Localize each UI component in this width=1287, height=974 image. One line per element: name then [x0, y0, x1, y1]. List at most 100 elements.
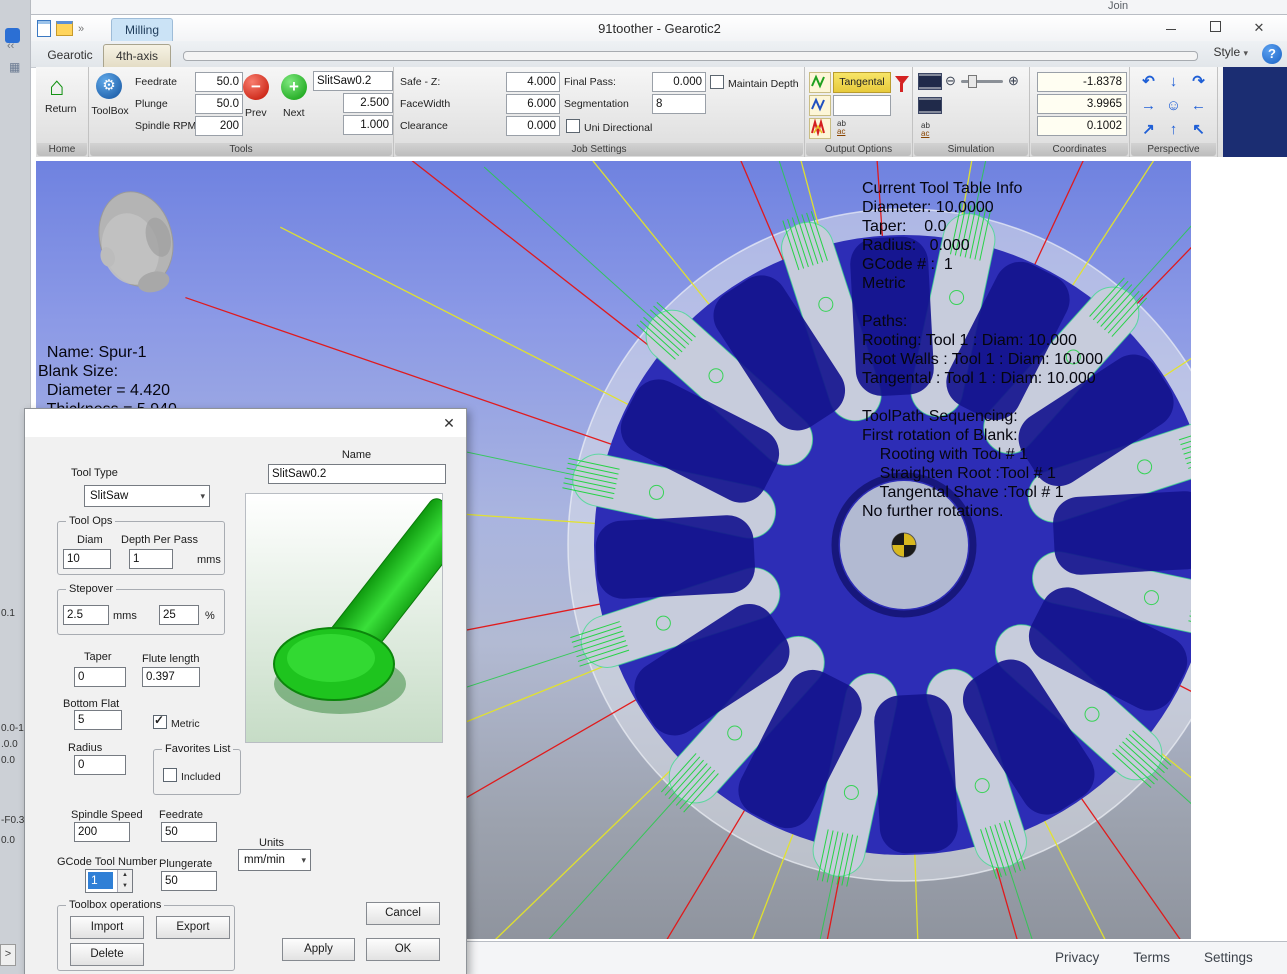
perspective-arrow-button[interactable]: ↖ [1186, 118, 1211, 142]
delete-button[interactable]: Delete [70, 943, 144, 966]
tool-depth-box[interactable]: 1.000 [343, 115, 393, 135]
tool-preview-canvas [245, 493, 443, 743]
feedrate-input[interactable] [161, 822, 217, 842]
metric-checkbox[interactable]: Metric [153, 714, 200, 732]
film-strip-icon[interactable] [918, 73, 942, 90]
info-line: Rooting with Tool # 1 [862, 445, 1103, 464]
stepper-buttons[interactable]: ▲▼ [117, 870, 132, 892]
sweep-blue-icon[interactable] [809, 95, 831, 116]
text-labels-icon[interactable]: abac [921, 122, 930, 138]
perspective-arrow-button[interactable]: ↷ [1186, 70, 1211, 94]
bottom-flat-label: Bottom Flat [63, 698, 119, 710]
final-pass-value[interactable]: 0.000 [652, 72, 706, 92]
close-button[interactable]: ✕ [1244, 18, 1274, 39]
minimize-button[interactable] [1156, 18, 1186, 39]
tool-table-info-overlay: Current Tool Table InfoDiameter: 10.0000… [862, 179, 1103, 521]
return-button[interactable]: Return [45, 103, 77, 115]
film-strip-icon[interactable] [918, 97, 942, 114]
gcode-tool-number-stepper[interactable]: 1 ▲▼ [85, 869, 133, 893]
filter-funnel-icon[interactable] [895, 76, 909, 85]
info-line: Rooting: Tool 1 : Diam: 10.000 [862, 331, 1103, 350]
sweep-green-icon[interactable] [809, 72, 831, 93]
text-labels-icon[interactable]: abac [837, 120, 846, 136]
segmentation-value[interactable]: 8 [652, 94, 706, 114]
spindle-rpm-label: Spindle RPM [135, 120, 196, 132]
home-icon[interactable]: ⌂ [49, 73, 65, 99]
dock-expand-button[interactable]: > [0, 944, 16, 966]
taper-input[interactable] [74, 667, 126, 687]
toolbox-icon[interactable]: ⚙ [96, 73, 122, 99]
tool-ops-units-label: mms [197, 554, 221, 566]
safe-z-value[interactable]: 4.000 [506, 72, 560, 92]
ribbon-group-coordinates: -1.8378 3.9965 0.1002 Coordinates [1030, 67, 1130, 157]
maximize-button[interactable] [1200, 18, 1230, 39]
perspective-arrow-button[interactable]: ☺ [1161, 94, 1186, 118]
help-button[interactable]: ? [1262, 44, 1282, 64]
stepper-down-icon[interactable]: ▼ [118, 881, 132, 892]
radius-input[interactable] [74, 755, 126, 775]
zoom-out-icon[interactable]: ⊖ [945, 73, 956, 89]
stepover-mm-input[interactable] [63, 605, 109, 625]
dialog-titlebar[interactable] [25, 409, 466, 437]
dock-chevrons-icon[interactable]: ‹‹ [7, 40, 14, 52]
ribbon-slider[interactable] [183, 51, 1198, 61]
info-line: Taper: 0.0 [862, 217, 1103, 236]
perspective-arrow-button[interactable]: ↗ [1136, 118, 1161, 142]
export-button[interactable]: Export [156, 916, 230, 939]
tool-name-input[interactable] [268, 464, 446, 484]
privacy-link[interactable]: Privacy [1055, 950, 1099, 965]
diam-label: Diam [77, 534, 103, 546]
browser-join-link[interactable]: Join [1108, 0, 1128, 12]
perspective-arrow-button[interactable]: ↶ [1136, 70, 1161, 94]
depth-per-pass-input[interactable] [129, 549, 173, 569]
plungerate-label: Plungerate [159, 858, 212, 870]
bottom-flat-input[interactable] [74, 710, 122, 730]
facewidth-value[interactable]: 6.000 [506, 94, 560, 114]
terms-link[interactable]: Terms [1133, 950, 1170, 965]
tangental-option-button[interactable]: Tangental [833, 72, 891, 93]
uni-directional-checkbox[interactable]: Uni Directional [566, 118, 652, 136]
slider-handle[interactable] [968, 75, 977, 88]
info-line: Name: Spur-1 [38, 343, 177, 362]
spindle-rpm-value[interactable]: 200 [195, 116, 243, 136]
flame-icon[interactable] [809, 118, 831, 139]
plungerate-input[interactable] [161, 871, 217, 891]
units-select[interactable]: mm/min▾ [238, 849, 311, 871]
perspective-arrow-button[interactable]: ↓ [1161, 70, 1186, 94]
titlebar[interactable]: » Milling 91toother - Gearotic2 ✕ [31, 15, 1287, 41]
stepover-pct-input[interactable] [159, 605, 199, 625]
import-button[interactable]: Import [70, 916, 144, 939]
settings-link[interactable]: Settings [1204, 950, 1253, 965]
stepper-up-icon[interactable]: ▲ [118, 870, 132, 881]
maintain-depth-checkbox[interactable]: Maintain Depth [710, 74, 799, 92]
tab-gearotic[interactable]: Gearotic [39, 44, 101, 66]
zoom-in-icon[interactable]: ⊕ [1008, 73, 1019, 89]
spindle-speed-input[interactable] [74, 822, 130, 842]
style-dropdown[interactable]: Style ▾ [1213, 45, 1248, 59]
next-tool-icon[interactable]: + [281, 74, 307, 100]
tool-stepover-box[interactable]: 2.500 [343, 93, 393, 113]
tool-name-box[interactable]: SlitSaw0.2 [313, 71, 393, 91]
plunge-value[interactable]: 50.0 [195, 94, 243, 114]
diam-input[interactable] [63, 549, 111, 569]
dialog-close-icon[interactable]: ✕ [440, 414, 458, 432]
flute-length-input[interactable] [142, 667, 200, 687]
perspective-arrow-button[interactable]: → [1136, 94, 1161, 118]
coordinate-y-value: 3.9965 [1037, 94, 1127, 114]
included-checkbox[interactable]: Included [163, 767, 221, 785]
tab-4th-axis[interactable]: 4th-axis [103, 44, 171, 67]
apply-button[interactable]: Apply [282, 938, 355, 961]
dock-grid-icon[interactable]: ▦ [9, 60, 20, 74]
prev-tool-icon[interactable]: − [243, 74, 269, 100]
cancel-button[interactable]: Cancel [366, 902, 440, 925]
ok-button[interactable]: OK [366, 938, 440, 961]
checkbox-icon [710, 75, 724, 89]
perspective-arrow-button[interactable]: ↑ [1161, 118, 1186, 142]
next-label: Next [283, 107, 305, 119]
tool-type-select[interactable]: SlitSaw▾ [84, 485, 210, 507]
output-empty-field[interactable] [833, 95, 891, 116]
toolbox-button[interactable]: ToolBox [90, 105, 130, 117]
perspective-arrow-button[interactable]: ← [1186, 94, 1211, 118]
clearance-value[interactable]: 0.000 [506, 116, 560, 136]
feedrate-value[interactable]: 50.0 [195, 72, 243, 92]
